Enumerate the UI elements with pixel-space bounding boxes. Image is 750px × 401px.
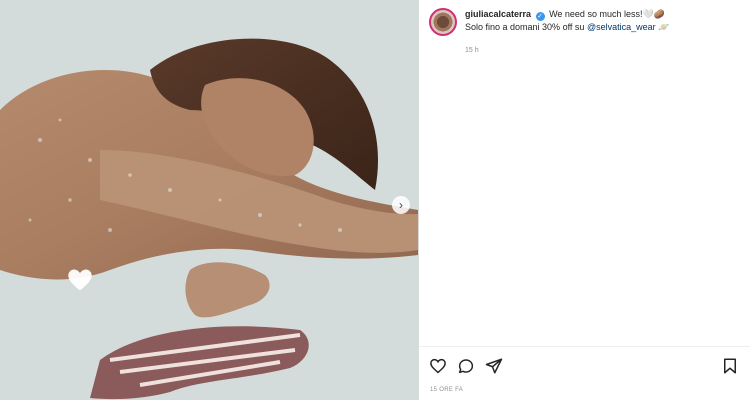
mention-link[interactable]: @selvatica_wear	[587, 22, 656, 32]
verified-badge-icon: ✓	[535, 12, 545, 21]
caption-text-line2: Solo fino a domani 30% off su	[465, 22, 585, 32]
double-tap-heart-icon	[68, 269, 92, 291]
instagram-post: › giuliacalcaterra ✓ We need so much les…	[0, 0, 750, 400]
post-sidebar: giuliacalcaterra ✓ We need so much less!…	[418, 0, 750, 400]
post-photo	[0, 0, 418, 400]
like-heart-icon[interactable]	[429, 357, 447, 375]
caption-emoji-line1: 🤍🥔	[642, 9, 665, 19]
share-icon[interactable]	[485, 357, 503, 375]
post-caption-header: giuliacalcaterra ✓ We need so much less!…	[429, 8, 739, 36]
save-icon[interactable]	[721, 357, 739, 375]
caption-emoji-line2: 🪐	[658, 22, 670, 32]
comment-icon[interactable]	[457, 357, 475, 375]
post-media[interactable]: ›	[0, 0, 418, 400]
caption-text-line1: We need so much less!	[549, 9, 643, 19]
avatar[interactable]	[429, 8, 457, 36]
post-actions-bar: 15 ORE FA	[419, 346, 750, 401]
post-relative-time[interactable]: 15 h	[465, 47, 479, 54]
post-caption: giuliacalcaterra ✓ We need so much less!…	[465, 8, 669, 36]
carousel-next-icon[interactable]: ›	[392, 196, 410, 214]
username-link[interactable]: giuliacalcaterra	[465, 9, 531, 19]
post-timestamp[interactable]: 15 ORE FA	[430, 387, 463, 393]
